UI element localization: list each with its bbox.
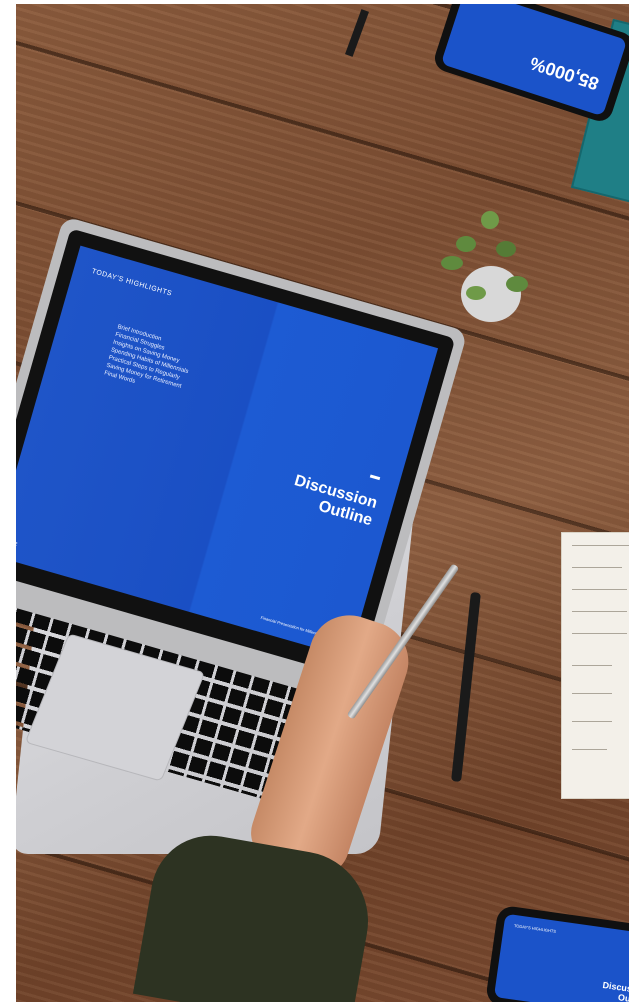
note-line: [572, 693, 612, 694]
smartphone-top: 85,000%: [431, 4, 629, 125]
desk-photo: 85,000% TODAY'S HIGHLIGHTS Brief Introdu…: [16, 4, 629, 1002]
phone-kicker: TODAY'S HIGHLIGHTS: [513, 923, 557, 934]
slide-title: Discussion Outline: [287, 472, 379, 530]
plant-leaf: [496, 241, 516, 257]
note-line: [572, 545, 629, 546]
plant-pot: [441, 211, 528, 322]
note-line: [572, 665, 612, 666]
handwritten-notebook: [561, 532, 629, 799]
phone-screen: TODAY'S HIGHLIGHTS Discussion Outline: [493, 913, 629, 1002]
note-line: [572, 749, 607, 750]
phone-screen: 85,000%: [440, 4, 628, 117]
slide-agenda-list: Brief Introduction Financial Struggles I…: [103, 323, 196, 399]
plant-leaf: [506, 276, 528, 292]
slide-kicker: TODAY'S HIGHLIGHTS: [90, 267, 173, 298]
note-line: [572, 611, 627, 612]
pen: [345, 9, 369, 57]
phone-big-number: 85,000%: [527, 52, 602, 94]
plant-leaf: [441, 256, 463, 270]
phone-title: Discussion Outline: [601, 980, 629, 1002]
note-line: [572, 589, 627, 590]
note-line: [572, 721, 612, 722]
smartphone-bottom: TODAY'S HIGHLIGHTS Discussion Outline: [484, 904, 629, 1002]
plant-leaf: [481, 211, 499, 229]
plant-leaf: [466, 286, 486, 300]
slide-dash: [369, 474, 381, 481]
plant-leaf: [456, 236, 476, 252]
note-line: [572, 567, 622, 568]
black-pen: [451, 591, 481, 783]
note-line: [572, 633, 627, 634]
slide-page-number: 02: [16, 540, 18, 547]
